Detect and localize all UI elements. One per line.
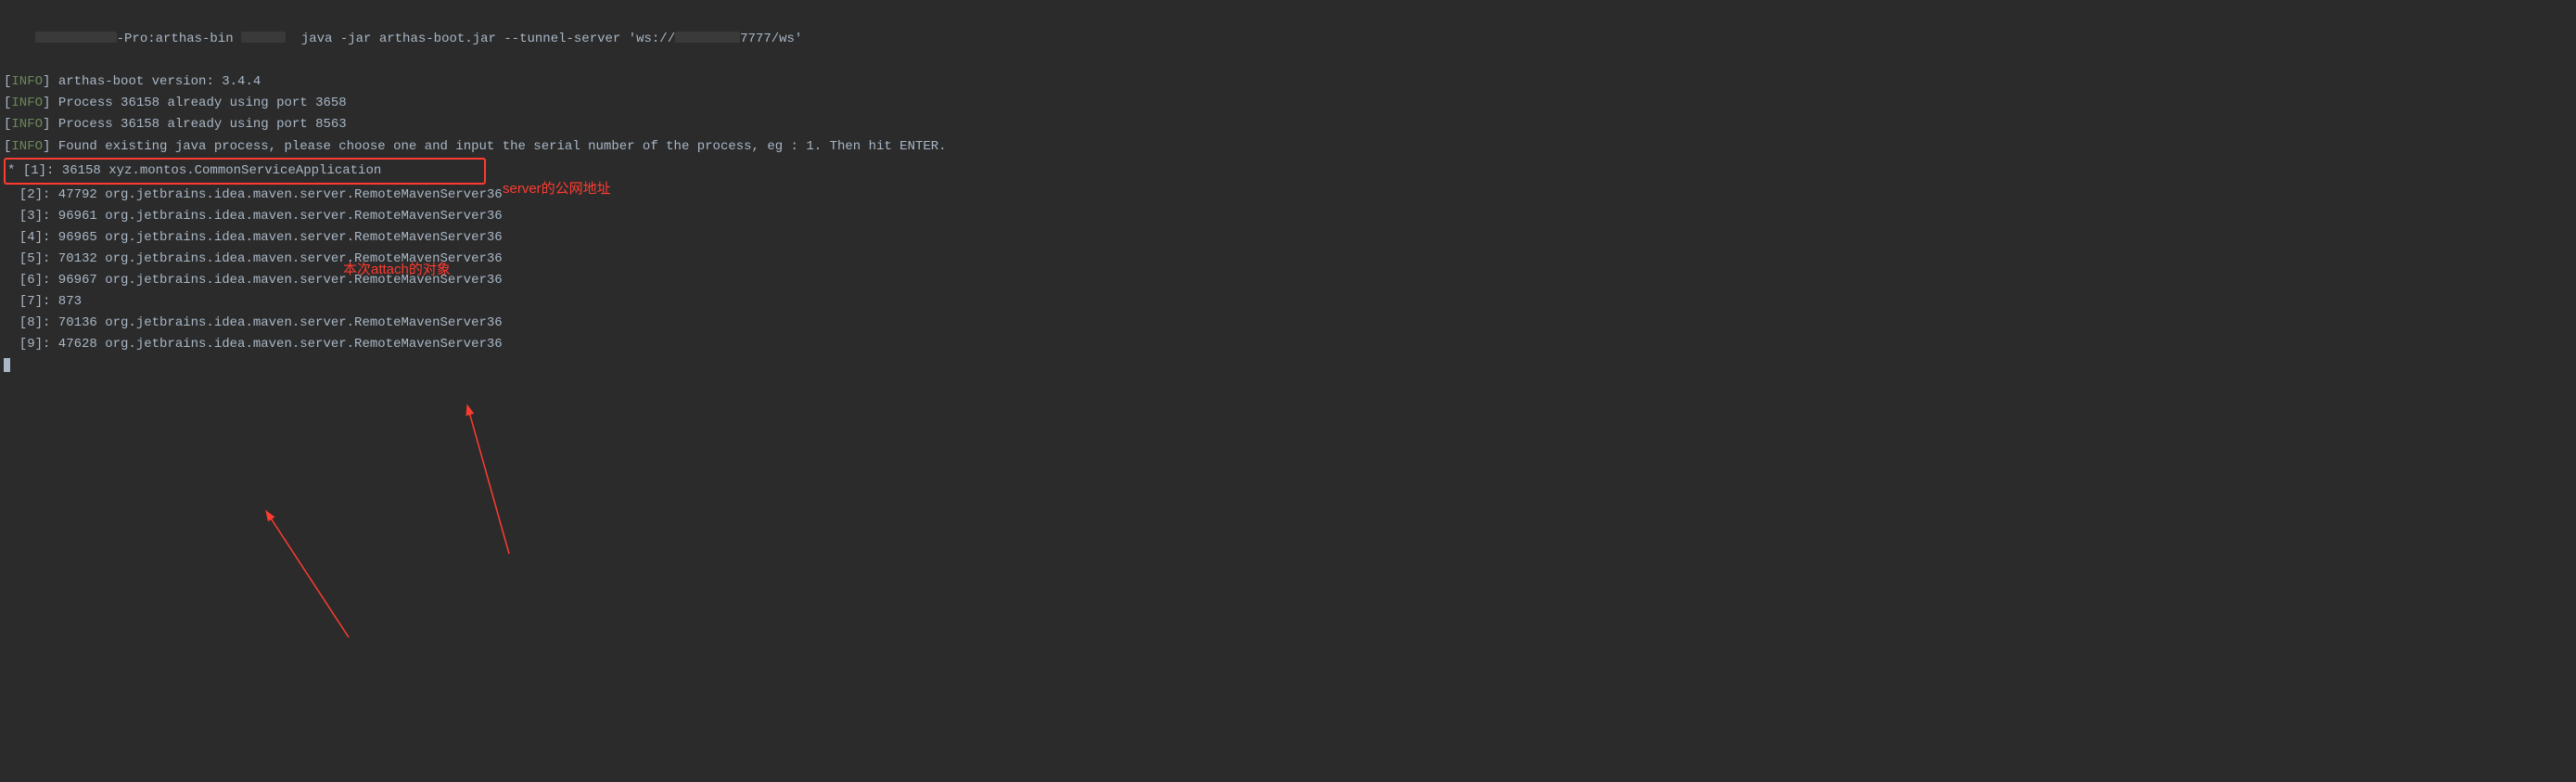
process-line: [7]: 873 [4, 291, 1424, 313]
annotation-overlay [4, 378, 1432, 782]
info-msg: Found existing java process, please choo… [58, 139, 947, 154]
info-line: [INFO] Process 36158 already using port … [4, 93, 1424, 114]
terminal-cursor [4, 358, 10, 372]
process-line: [3]: 96961 org.jetbrains.idea.maven.serv… [4, 206, 1424, 227]
info-tag: INFO [11, 96, 43, 110]
process-line: [8]: 70136 org.jetbrains.idea.maven.serv… [4, 313, 1424, 334]
process-line: [5]: 70132 org.jetbrains.idea.maven.serv… [4, 249, 1424, 270]
info-msg: Process 36158 already using port 8563 [58, 117, 347, 132]
process-line: [2]: 47792 org.jetbrains.idea.maven.serv… [4, 185, 1424, 206]
info-line: [INFO] Found existing java process, plea… [4, 136, 1424, 158]
annotation-attach-target: 本次attach的对象 [343, 259, 451, 282]
process-line: [4]: 96965 org.jetbrains.idea.maven.serv… [4, 227, 1424, 249]
command-text: java -jar arthas-boot.jar --tunnel-serve… [301, 32, 675, 46]
redacted-box [675, 32, 740, 43]
cursor-line [4, 356, 1424, 378]
prompt-line: -Pro:arthas-bin java -jar arthas-boot.ja… [4, 7, 1424, 71]
process-text: * [1]: 36158 xyz.montos.CommonServiceApp… [7, 163, 381, 178]
command-suffix: 7777/ws' [740, 32, 802, 46]
process-line: [6]: 96967 org.jetbrains.idea.maven.serv… [4, 270, 1424, 291]
info-msg: Process 36158 already using port 3658 [58, 96, 347, 110]
highlight-box: * [1]: 36158 xyz.montos.CommonServiceApp… [4, 158, 486, 185]
info-tag: INFO [11, 139, 43, 154]
annotation-server-addr: server的公网地址 [503, 178, 611, 201]
process-line: [9]: 47628 org.jetbrains.idea.maven.serv… [4, 334, 1424, 355]
info-line: [INFO] arthas-boot version: 3.4.4 [4, 71, 1424, 93]
terminal-output[interactable]: -Pro:arthas-bin java -jar arthas-boot.ja… [4, 7, 1424, 378]
process-line-selected: * [1]: 36158 xyz.montos.CommonServiceApp… [4, 158, 1424, 185]
info-msg: arthas-boot version: 3.4.4 [58, 74, 261, 89]
info-tag: INFO [11, 117, 43, 132]
info-line: [INFO] Process 36158 already using port … [4, 114, 1424, 135]
info-tag: INFO [11, 74, 43, 89]
prompt-host: -Pro:arthas-bin [117, 32, 241, 46]
redacted-box [35, 32, 117, 43]
redacted-box [241, 32, 286, 43]
